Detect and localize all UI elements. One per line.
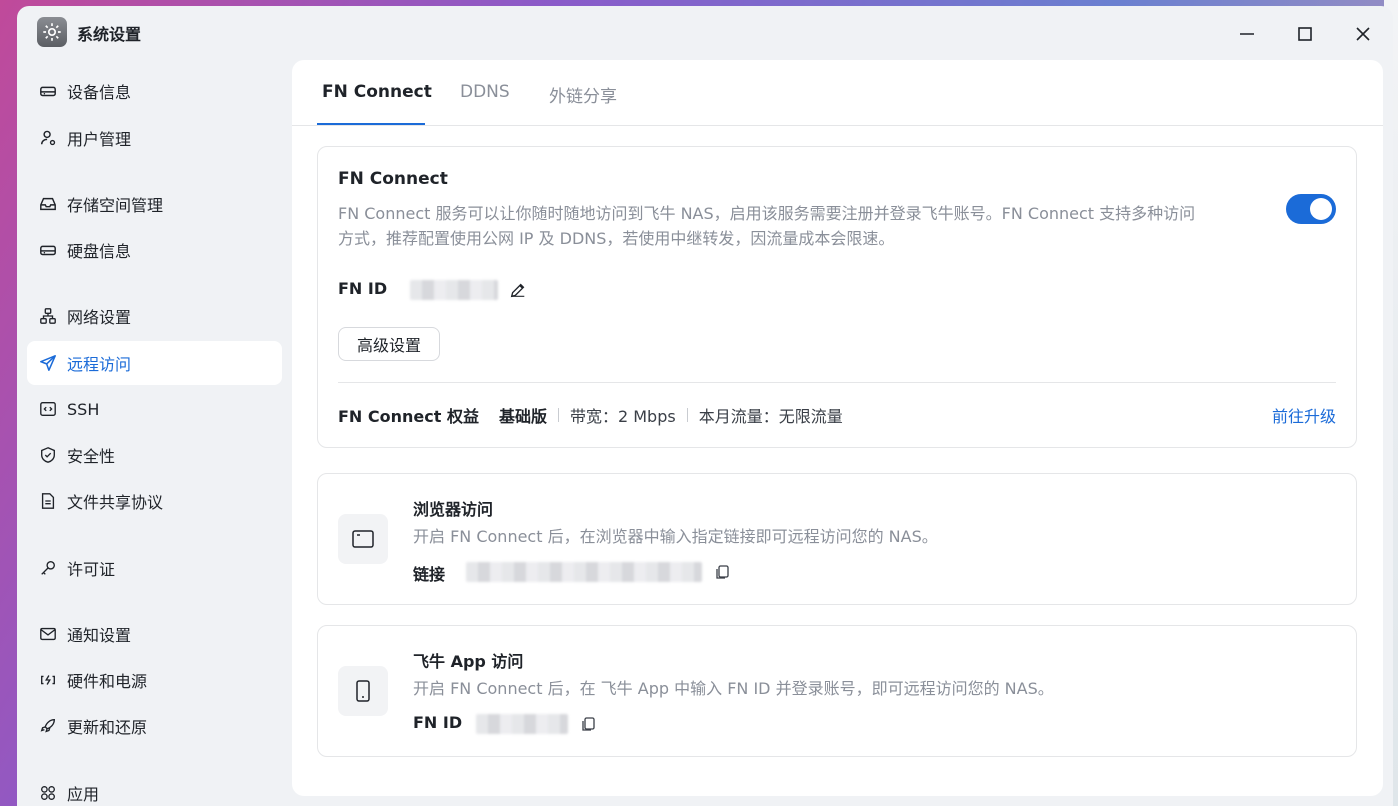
traffic-text: 本月流量：无限流量 — [698, 407, 843, 426]
browser-access-card: 浏览器访问 开启 FN Connect 后，在浏览器中输入指定链接即可远程访问您… — [317, 473, 1357, 605]
sidebar-item-label: 硬件和电源 — [67, 672, 148, 691]
active-tab-indicator — [317, 123, 425, 125]
sidebar-item-user-management[interactable]: 用户管理 — [27, 116, 282, 160]
apps-icon — [38, 783, 58, 803]
sidebar-item-disk-info[interactable]: 硬盘信息 — [27, 228, 282, 272]
sidebar-item-label: 存储空间管理 — [67, 196, 164, 215]
bandwidth-text: 带宽：2 Mbps — [569, 407, 676, 426]
sidebar-item-notifications[interactable]: 通知设置 — [27, 612, 282, 656]
sidebar-item-label: 许可证 — [67, 560, 116, 579]
tab-bar: FN Connect DDNS 外链分享 — [292, 60, 1383, 126]
fn-id-label: FN ID — [338, 279, 388, 298]
shield-icon — [38, 445, 58, 465]
sidebar-item-label: 设备信息 — [67, 83, 132, 102]
link-label: 链接 — [413, 565, 446, 584]
phone-icon-box — [338, 666, 388, 716]
sidebar-item-ssh[interactable]: SSH — [27, 387, 282, 431]
minimize-button[interactable] — [1233, 20, 1261, 48]
copy-icon[interactable] — [580, 716, 596, 732]
phone-icon — [356, 680, 370, 702]
sidebar-item-label: 用户管理 — [67, 130, 132, 149]
sidebar-item-label: 安全性 — [67, 447, 116, 466]
edit-icon[interactable] — [509, 281, 527, 299]
storage-icon — [38, 194, 58, 214]
sidebar-item-device-info[interactable]: 设备信息 — [27, 69, 282, 113]
sidebar-item-label: 文件共享协议 — [67, 493, 164, 512]
sidebar-item-label: 硬盘信息 — [67, 242, 132, 261]
device-icon — [38, 81, 58, 101]
sidebar-item-license[interactable]: 许可证 — [27, 546, 282, 590]
fn-connect-description-line2: 方式，推荐配置使用公网 IP 及 DDNS，若使用中继转发，因流量成本会限速。 — [338, 229, 895, 248]
copy-icon[interactable] — [714, 564, 730, 580]
settings-app-icon — [37, 17, 67, 47]
browser-access-title: 浏览器访问 — [413, 500, 494, 519]
advanced-settings-button[interactable]: 高级设置 — [338, 327, 440, 361]
sidebar-item-security[interactable]: 安全性 — [27, 433, 282, 477]
close-icon — [1356, 27, 1370, 41]
send-icon — [38, 353, 58, 373]
link-value-redacted — [466, 562, 702, 582]
perks-row: FN Connect 权益 基础版 带宽：2 Mbps 本月流量：无限流量 — [338, 403, 843, 427]
app-access-card: 飞牛 App 访问 开启 FN Connect 后，在 飞牛 App 中输入 F… — [317, 625, 1357, 757]
title-bar: 系统设置 — [17, 6, 1393, 58]
minimize-icon — [1240, 33, 1254, 35]
sidebar-item-label: 更新和还原 — [67, 718, 148, 737]
sidebar-item-file-sharing[interactable]: 文件共享协议 — [27, 479, 282, 523]
sidebar-item-update-restore[interactable]: 更新和还原 — [27, 704, 282, 748]
tab-ddns[interactable]: DDNS — [460, 82, 510, 102]
window-title: 系统设置 — [77, 25, 142, 44]
perks-label: FN Connect 权益 — [338, 407, 479, 426]
sidebar-item-label: 网络设置 — [67, 308, 132, 327]
sidebar-item-remote-access[interactable]: 远程访问 — [27, 341, 282, 385]
tab-external-share[interactable]: 外链分享 — [549, 82, 617, 107]
separator — [557, 408, 559, 422]
upgrade-link[interactable]: 前往升级 — [1272, 403, 1336, 427]
network-icon — [38, 306, 58, 326]
divider — [338, 382, 1336, 383]
sidebar-item-label: 通知设置 — [67, 626, 132, 645]
plan-name: 基础版 — [498, 407, 547, 426]
rocket-icon — [38, 716, 58, 736]
app-fn-id-label: FN ID — [413, 713, 463, 732]
maximize-icon — [1298, 27, 1312, 41]
fn-connect-card: FN Connect FN Connect 服务可以让你随时随地访问到飞牛 NA… — [317, 146, 1357, 448]
fn-connect-title: FN Connect — [338, 169, 448, 189]
sidebar-item-label: SSH — [67, 399, 100, 419]
fn-connect-description-line1: FN Connect 服务可以让你随时随地访问到飞牛 NAS，启用该服务需要注册… — [338, 204, 1196, 223]
code-icon — [38, 399, 58, 419]
fn-id-value-redacted — [410, 280, 498, 300]
tab-fn-connect[interactable]: FN Connect — [322, 82, 432, 102]
browser-window-icon — [352, 530, 374, 548]
key-icon — [38, 558, 58, 578]
sidebar-item-hardware-power[interactable]: 硬件和电源 — [27, 658, 282, 702]
fn-connect-toggle[interactable] — [1286, 194, 1336, 224]
app-access-title: 飞牛 App 访问 — [413, 652, 524, 671]
separator — [686, 408, 688, 422]
sidebar-item-apps[interactable]: 应用 — [27, 771, 282, 806]
toggle-knob — [1310, 198, 1332, 220]
browser-icon-box — [338, 514, 388, 564]
mail-icon — [38, 624, 58, 644]
sidebar-item-label: 远程访问 — [67, 355, 132, 374]
sidebar-item-network[interactable]: 网络设置 — [27, 294, 282, 338]
close-button[interactable] — [1349, 20, 1377, 48]
browser-access-description: 开启 FN Connect 后，在浏览器中输入指定链接即可远程访问您的 NAS。 — [413, 527, 938, 546]
user-settings-icon — [38, 128, 58, 148]
file-icon — [38, 491, 58, 511]
disk-icon — [38, 240, 58, 260]
power-icon — [38, 670, 58, 690]
sidebar-item-storage[interactable]: 存储空间管理 — [27, 182, 282, 226]
app-fn-id-value-redacted — [476, 714, 568, 734]
sidebar-item-label: 应用 — [67, 785, 100, 804]
maximize-button[interactable] — [1291, 20, 1319, 48]
main-content: FN Connect DDNS 外链分享 FN Connect FN Conne… — [292, 60, 1383, 796]
app-access-description: 开启 FN Connect 后，在 飞牛 App 中输入 FN ID 并登录账号… — [413, 679, 1054, 698]
settings-window: 系统设置 设备信息 用户管理 存储空间管理 硬盘信息 网络设置 远程访问 SSH… — [17, 6, 1393, 806]
